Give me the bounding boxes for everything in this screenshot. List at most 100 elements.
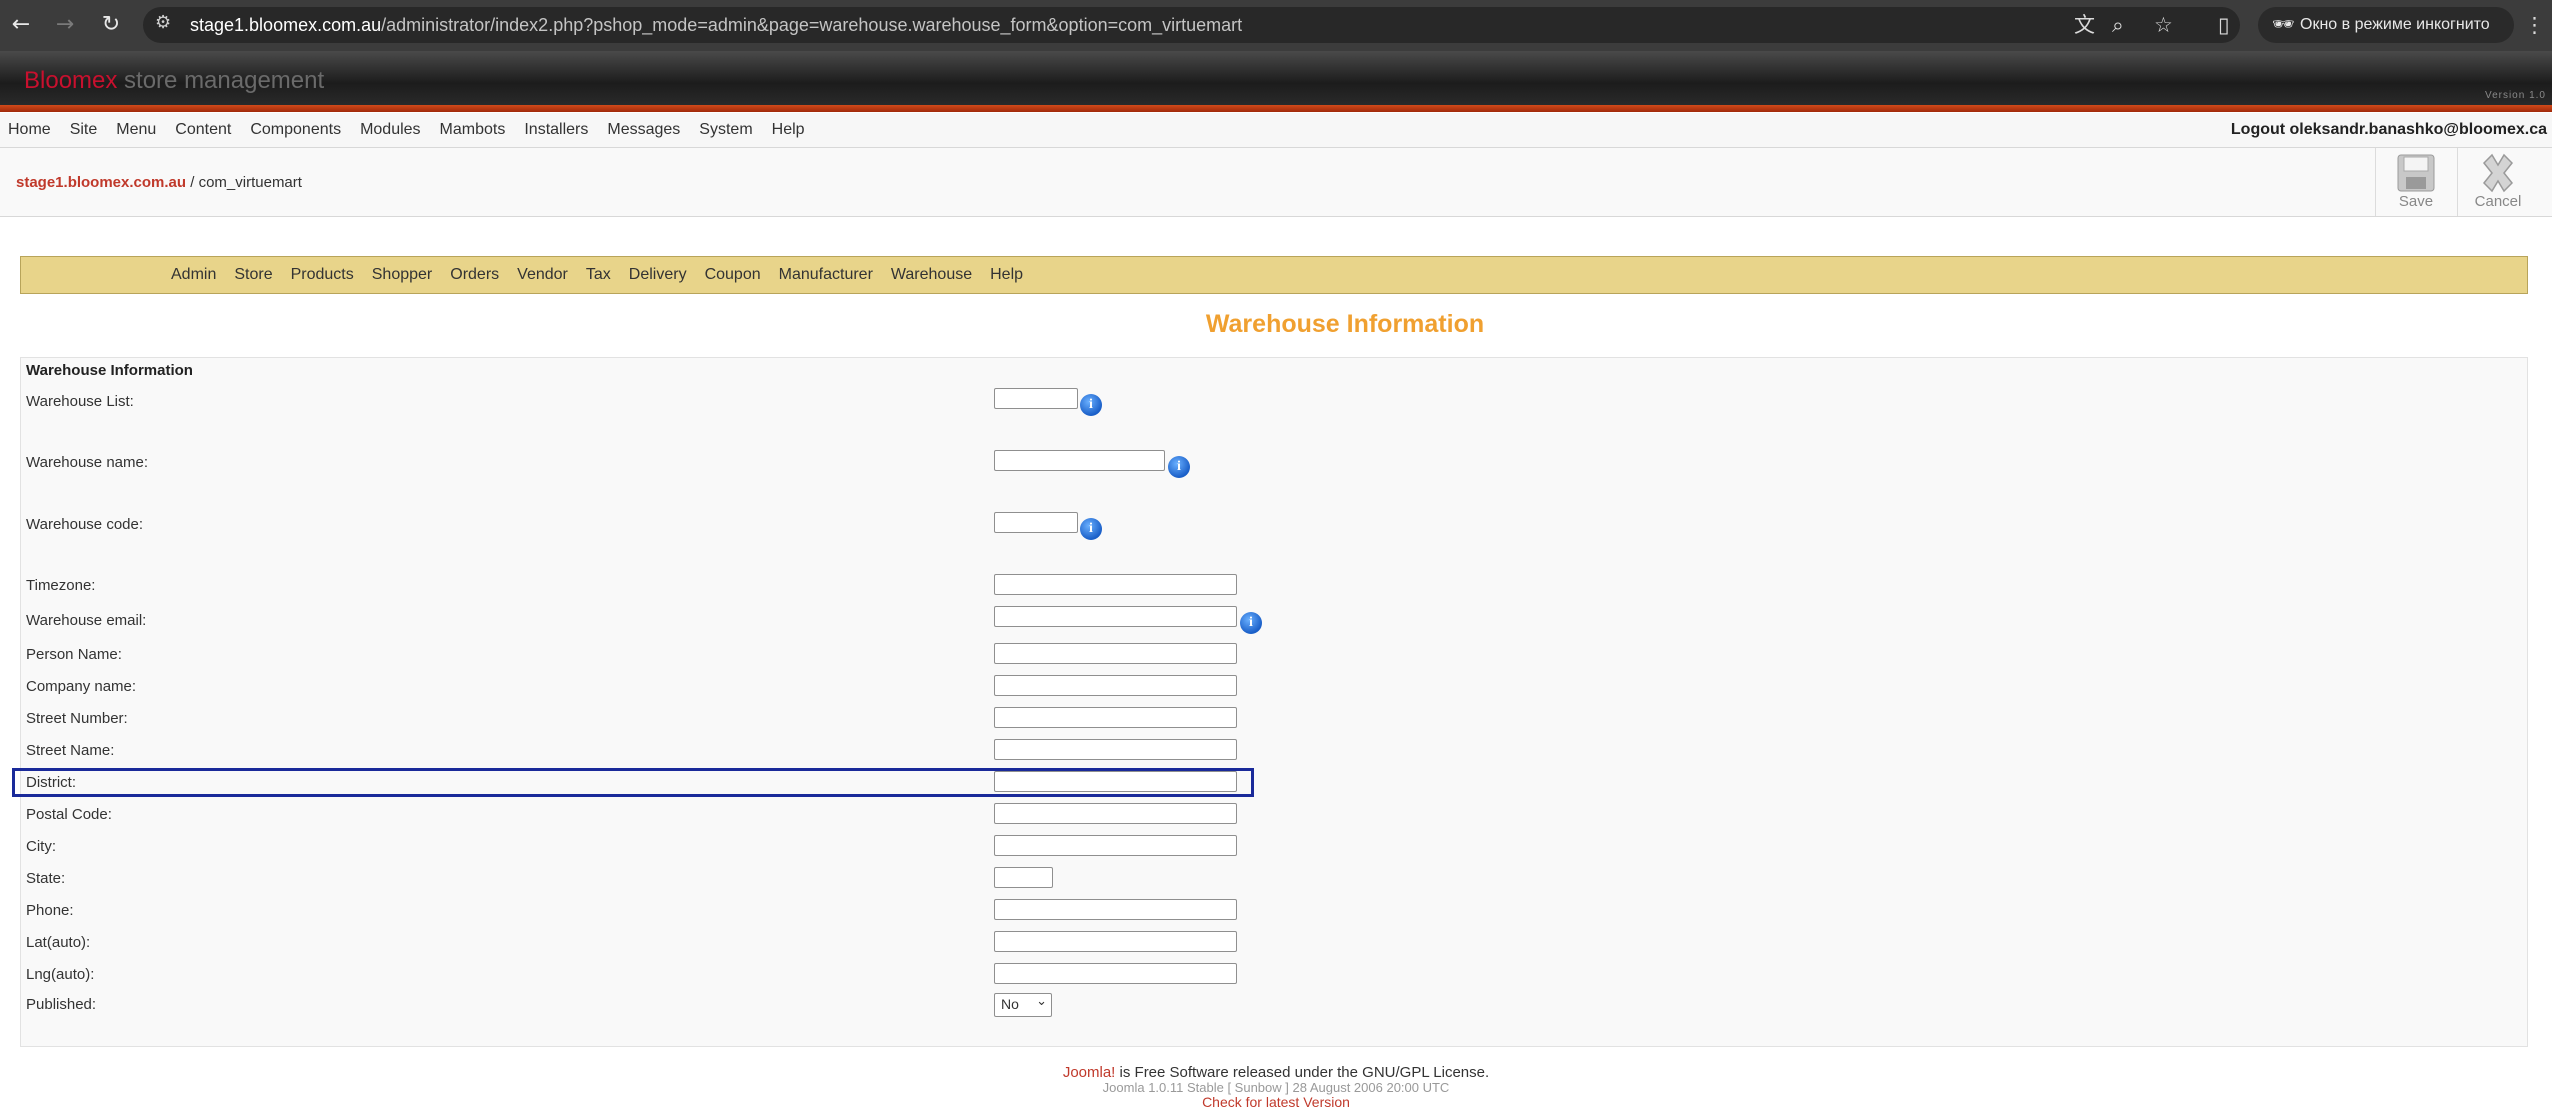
vm-menu-item-shopper[interactable]: Shopper — [372, 266, 433, 284]
menu-item-installers[interactable]: Installers — [524, 121, 588, 139]
warehouse-code-input[interactable] — [994, 512, 1078, 533]
warehouse-name-input[interactable] — [994, 450, 1165, 471]
incognito-label: Окно в режиме инкогнито — [2300, 16, 2490, 33]
vm-menu-item-vendor[interactable]: Vendor — [517, 266, 568, 284]
menu-item-messages[interactable]: Messages — [607, 121, 680, 139]
info-icon[interactable]: i — [1080, 518, 1102, 540]
published-label: Published: — [26, 996, 97, 1013]
vm-menu-item-store[interactable]: Store — [234, 266, 272, 284]
logout-link[interactable]: Logout oleksandr.banashko@bloomex.ca — [2231, 121, 2547, 139]
state-label: State: — [26, 870, 66, 887]
menu-kebab-icon[interactable]: ⋮ — [2524, 12, 2545, 38]
virtuemart-menu: Admin Store Products Shopper Orders Vendor Tax… — [20, 256, 2528, 294]
vm-menu-item-help[interactable]: Help — [990, 266, 1023, 284]
menu-item-site[interactable]: Site — [70, 121, 98, 139]
save-label: Save — [2398, 193, 2434, 210]
phone-input[interactable] — [994, 899, 1237, 920]
vm-menu-items: Admin Store Products Shopper Orders Vendor Tax… — [171, 266, 1041, 284]
menu-item-mambots[interactable]: Mambots — [440, 121, 506, 139]
incognito-icon: 🕶 — [2272, 14, 2295, 35]
info-icon[interactable]: i — [1080, 394, 1102, 416]
breadcrumb-component: com_virtuemart — [198, 174, 302, 191]
breadcrumb-separator: / — [186, 174, 199, 191]
postal-code-input[interactable] — [994, 803, 1237, 824]
page-title: Warehouse Information — [1205, 310, 1485, 338]
breadcrumb-host[interactable]: stage1.bloomex.com.au — [16, 174, 186, 191]
menu-item-components[interactable]: Components — [250, 121, 341, 139]
brand-tagline: store management — [117, 67, 325, 94]
site-info-icon[interactable]: ⚙ — [155, 12, 171, 33]
brand-logo: Bloomex store management — [24, 67, 324, 95]
published-select[interactable]: No ⌄ — [994, 993, 1052, 1017]
vm-menu-item-delivery[interactable]: Delivery — [629, 266, 687, 284]
person-name-label: Person Name: — [26, 646, 122, 663]
reload-icon[interactable]: ↻ — [96, 10, 126, 40]
vm-menu-item-tax[interactable]: Tax — [586, 266, 611, 284]
phone-label: Phone: — [26, 902, 74, 919]
breadcrumb: stage1.bloomex.com.au / com_virtuemart — [16, 174, 302, 191]
lng-input[interactable] — [994, 963, 1237, 984]
url-path: /administrator/index2.php?pshop_mode=adm… — [381, 15, 1243, 35]
zoom-icon[interactable]: ⌕ — [2112, 12, 2124, 38]
warehouse-email-input[interactable] — [994, 606, 1237, 627]
side-panel-icon[interactable]: ▯ — [2218, 12, 2230, 38]
bookmark-star-icon[interactable]: ☆ — [2154, 12, 2173, 38]
vm-menu-item-warehouse[interactable]: Warehouse — [891, 266, 972, 284]
footer-license: Joomla! is Free Software released under … — [0, 1064, 2552, 1081]
menubar-items: Home Site Menu Content Components Modules Mamb… — [8, 121, 824, 139]
menu-item-menu[interactable]: Menu — [116, 121, 156, 139]
joomla-link[interactable]: Joomla! — [1063, 1064, 1116, 1081]
browser-toolbar: ← → ↻ ⚙ stage1.bloomex.com.au/administra… — [0, 0, 2552, 51]
cancel-icon — [2482, 153, 2514, 193]
license-text: is Free Software released under the GNU/… — [1115, 1064, 1490, 1081]
toolbar: stage1.bloomex.com.au / com_virtuemart S… — [0, 148, 2552, 217]
menu-item-home[interactable]: Home — [8, 121, 51, 139]
person-name-input[interactable] — [994, 643, 1237, 664]
city-input[interactable] — [994, 835, 1237, 856]
street-number-input[interactable] — [994, 707, 1237, 728]
brand-name: Bloomex — [24, 67, 118, 94]
menu-item-modules[interactable]: Modules — [360, 121, 420, 139]
menu-item-content[interactable]: Content — [175, 121, 231, 139]
incognito-badge[interactable]: 🕶 Окно в режиме инкогнито — [2258, 7, 2514, 43]
cancel-button[interactable]: Cancel — [2457, 148, 2538, 216]
district-label: District: — [26, 774, 76, 791]
warehouse-form — [20, 357, 2528, 1047]
version-label: Version 1.0 — [2484, 90, 2546, 101]
street-name-label: Street Name: — [26, 742, 115, 759]
translate-icon[interactable]: 文 — [2074, 12, 2095, 38]
warehouse-code-label: Warehouse code: — [26, 516, 144, 533]
warehouse-list-label: Warehouse List: — [26, 393, 134, 410]
save-button[interactable]: Save — [2375, 148, 2456, 216]
company-name-input[interactable] — [994, 675, 1237, 696]
cancel-label: Cancel — [2474, 193, 2522, 210]
check-version-link[interactable]: Check for latest Version — [0, 1094, 2552, 1110]
vm-menu-item-manufacturer[interactable]: Manufacturer — [779, 266, 873, 284]
back-icon[interactable]: ← — [6, 10, 36, 40]
main-menubar: Home Site Menu Content Components Modules Mamb… — [0, 113, 2552, 148]
state-input[interactable] — [994, 867, 1053, 888]
admin-header: Bloomex store management Version 1.0 — [0, 51, 2552, 105]
url-host: stage1.bloomex.com.au — [190, 15, 382, 35]
lat-input[interactable] — [994, 931, 1237, 952]
warehouse-list-input[interactable] — [994, 388, 1078, 409]
street-name-input[interactable] — [994, 739, 1237, 760]
city-label: City: — [26, 838, 56, 855]
menu-item-help[interactable]: Help — [772, 121, 805, 139]
info-icon[interactable]: i — [1240, 612, 1262, 634]
forward-icon[interactable]: → — [50, 10, 80, 40]
timezone-input[interactable] — [994, 574, 1237, 595]
info-icon[interactable]: i — [1168, 456, 1190, 478]
vm-menu-item-products[interactable]: Products — [291, 266, 354, 284]
footer-version: Joomla 1.0.11 Stable [ Sunbow ] 28 Augus… — [1102, 1080, 1450, 1095]
vm-menu-item-admin[interactable]: Admin — [171, 266, 216, 284]
district-input[interactable] — [994, 771, 1237, 792]
published-value: No — [1001, 996, 1019, 1012]
menu-item-system[interactable]: System — [699, 121, 752, 139]
lng-label: Lng(auto): — [26, 966, 95, 983]
address-bar[interactable]: ⚙ stage1.bloomex.com.au/administrator/in… — [143, 7, 2240, 43]
vm-menu-item-orders[interactable]: Orders — [450, 266, 499, 284]
vm-menu-item-coupon[interactable]: Coupon — [705, 266, 761, 284]
lat-label: Lat(auto): — [26, 934, 91, 951]
url-text[interactable]: stage1.bloomex.com.au/administrator/inde… — [190, 15, 1242, 36]
